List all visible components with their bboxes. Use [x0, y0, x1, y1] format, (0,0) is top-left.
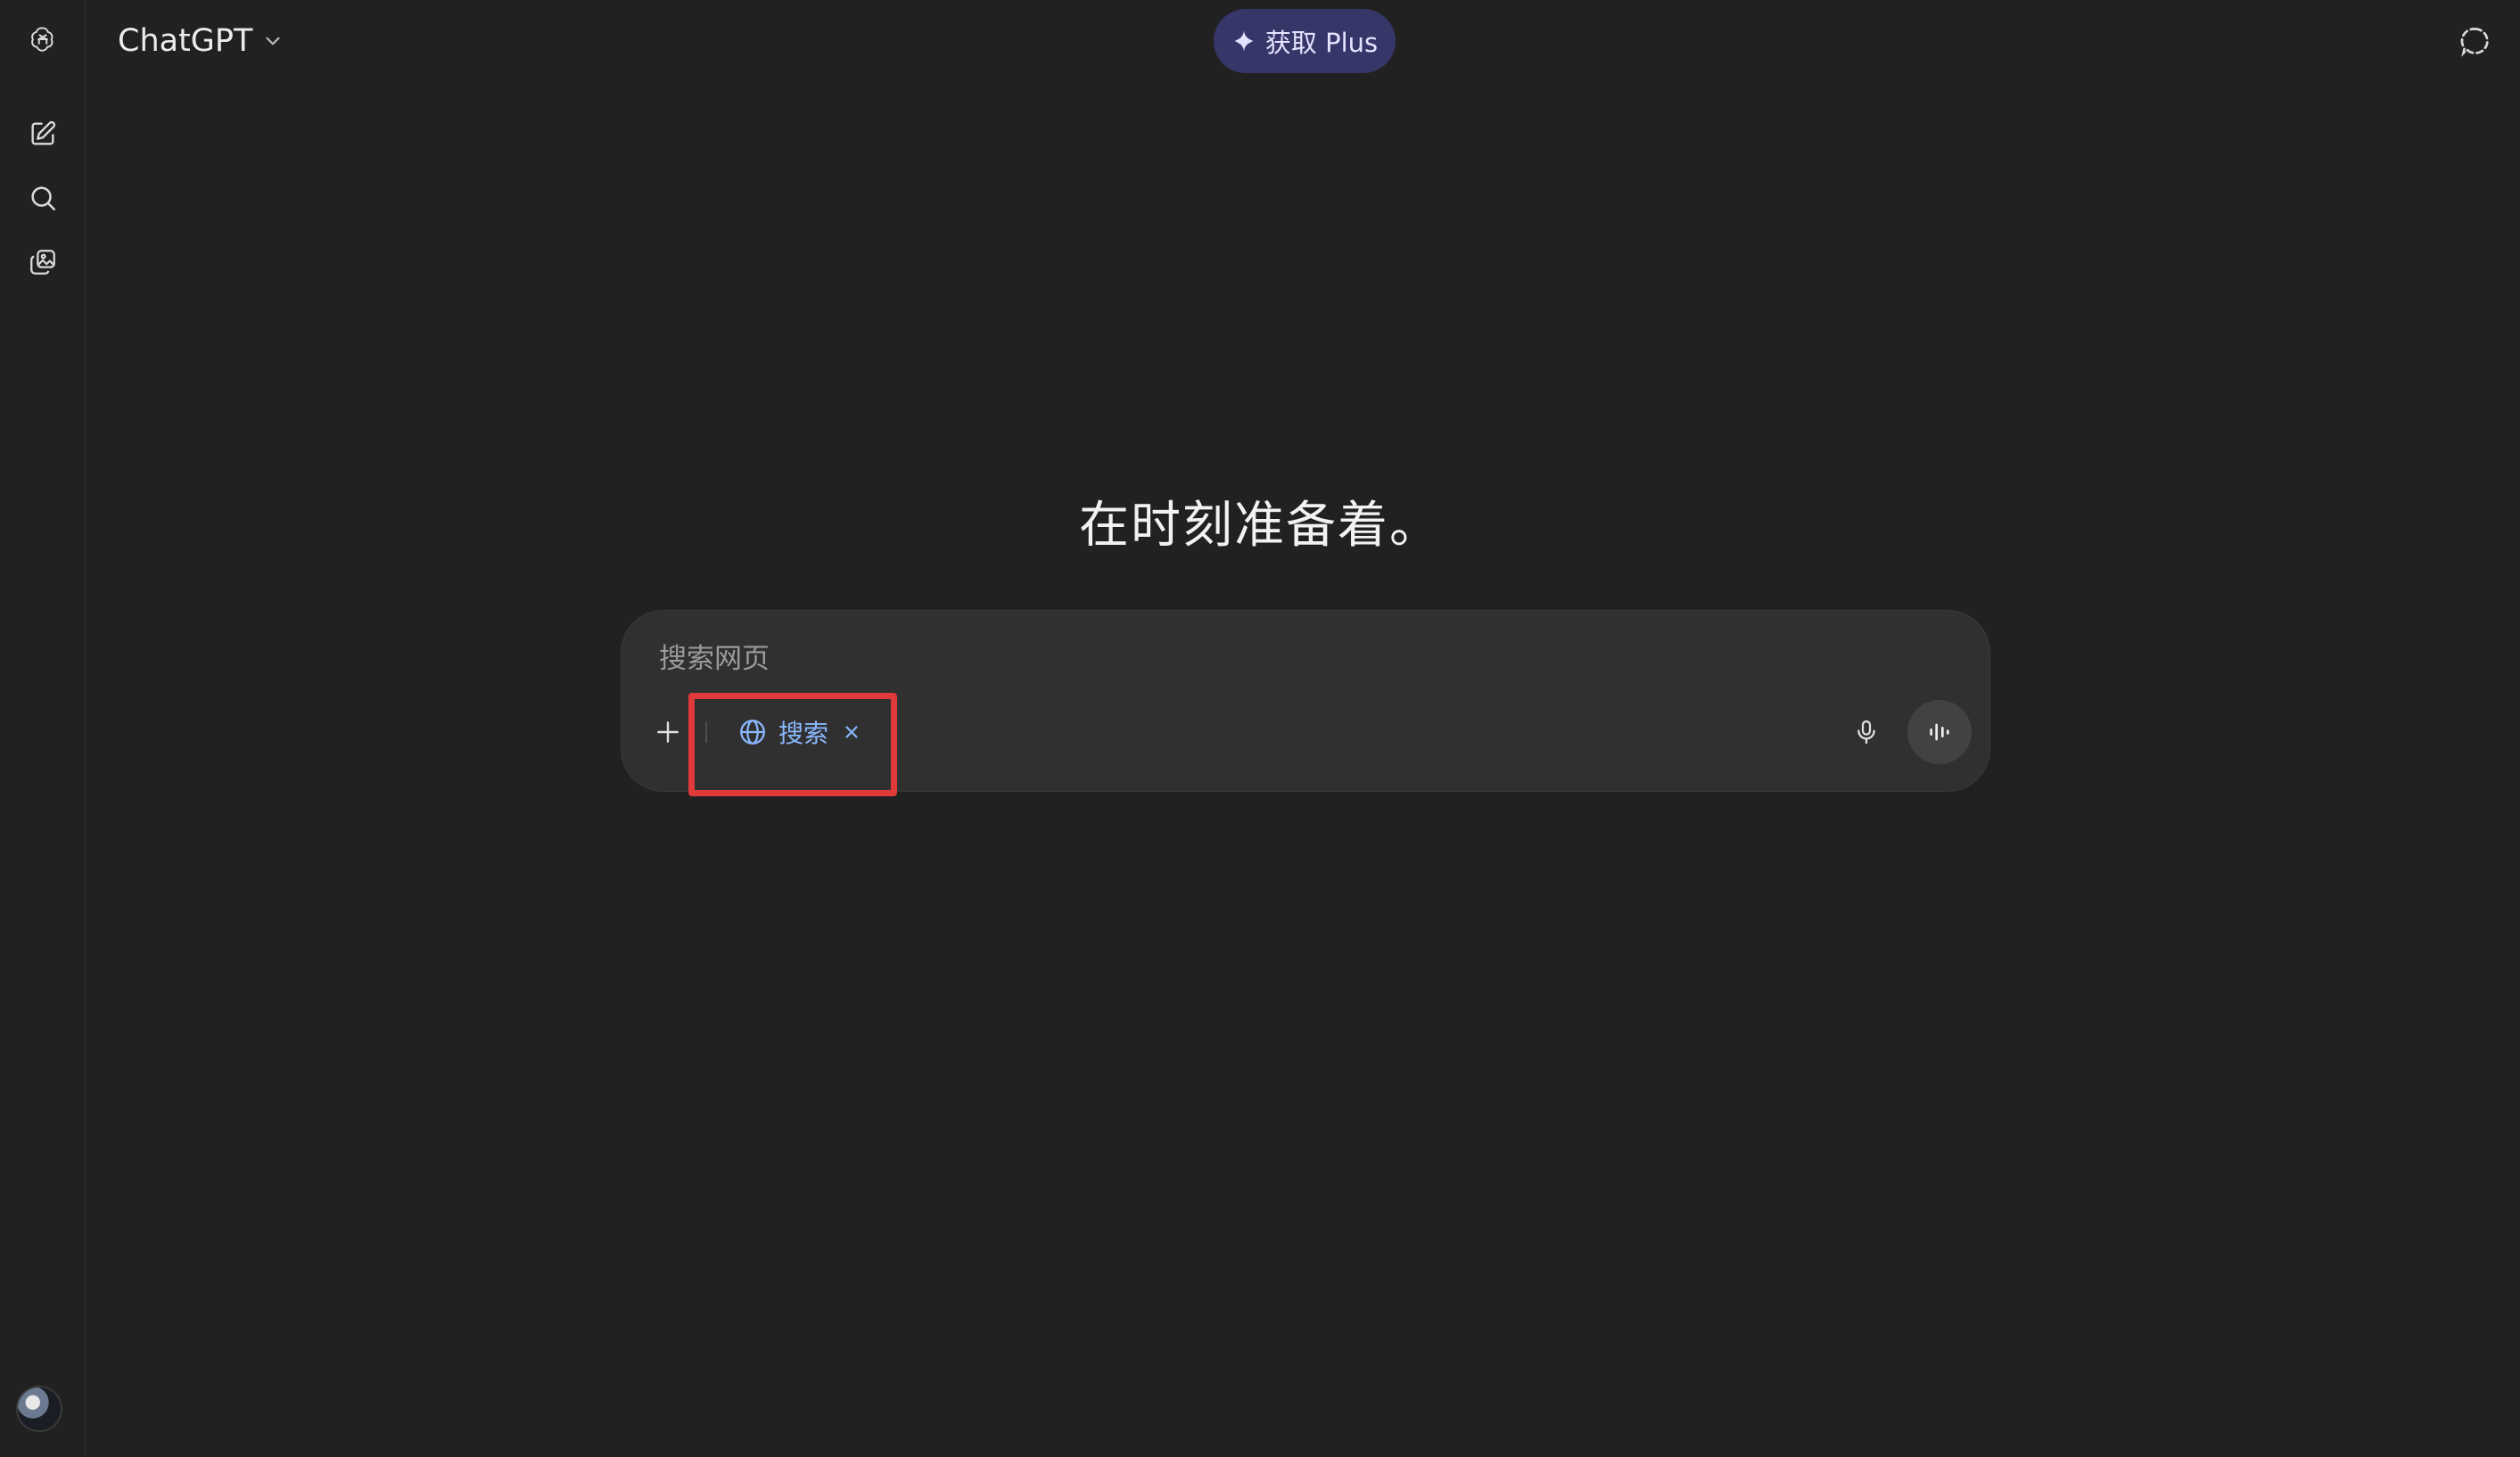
- new-chat-button[interactable]: [20, 111, 66, 157]
- prompt-input[interactable]: [657, 634, 1906, 684]
- model-selector[interactable]: ChatGPT: [112, 18, 290, 64]
- get-plus-button[interactable]: 获取 Plus: [1214, 9, 1396, 73]
- page-title: 在时刻准备着。: [1079, 497, 1441, 555]
- model-name: ChatGPT: [118, 23, 253, 59]
- openai-logo-icon: [31, 27, 54, 52]
- globe-icon: [737, 717, 768, 747]
- new-chat-icon: [31, 120, 56, 145]
- sidebar-rail: [0, 0, 86, 1457]
- composer: 搜索: [621, 610, 1990, 792]
- avatar[interactable]: [16, 1386, 62, 1432]
- chevron-down-icon: [266, 37, 280, 45]
- close-icon: [845, 726, 858, 738]
- temporary-chat-icon: [2460, 28, 2489, 57]
- library-button[interactable]: [20, 239, 66, 285]
- voice-waveform-icon: [1930, 723, 1949, 741]
- attach-button[interactable]: [648, 712, 688, 752]
- voice-mode-button[interactable]: [1907, 700, 1972, 764]
- library-icon: [30, 250, 55, 275]
- microphone-icon: [1857, 720, 1875, 745]
- dictate-button[interactable]: [1845, 711, 1888, 753]
- sparkle-icon: [1234, 30, 1254, 52]
- search-icon: [31, 186, 56, 211]
- temporary-chat-button[interactable]: [2456, 21, 2495, 61]
- search-tool-pill[interactable]: 搜索: [732, 711, 869, 753]
- plus-icon: [657, 721, 679, 743]
- search-tool-label: 搜索: [778, 719, 829, 748]
- search-chats-button[interactable]: [20, 175, 66, 221]
- get-plus-label: 获取 Plus: [1264, 28, 1379, 58]
- remove-search-tool-button[interactable]: [839, 720, 864, 745]
- openai-logo-button[interactable]: [20, 16, 66, 62]
- divider: [705, 721, 707, 743]
